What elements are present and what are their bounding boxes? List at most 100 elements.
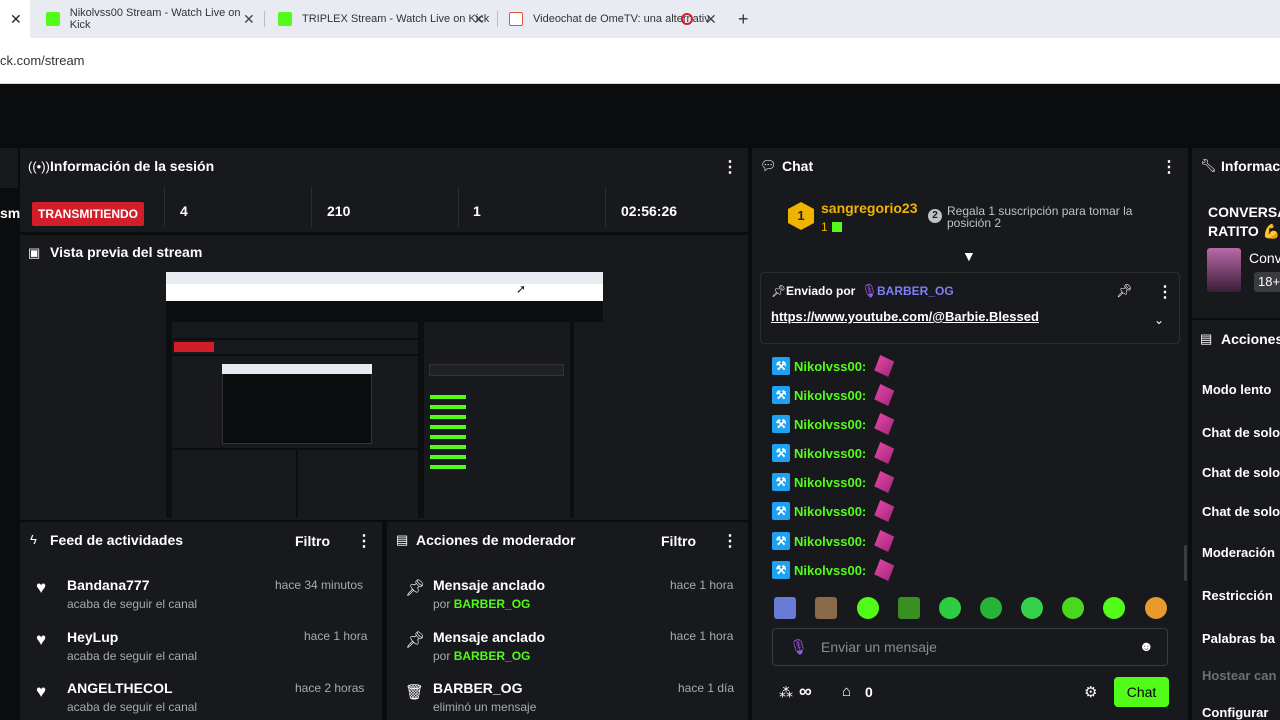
chevron-down-icon[interactable]: ⌄ (1154, 313, 1164, 327)
emote-icon[interactable] (1021, 597, 1043, 619)
new-tab-icon[interactable]: + (738, 9, 749, 30)
emote-icon[interactable] (774, 597, 796, 619)
stream-title-line: RATITO 💪 (1208, 223, 1280, 239)
follower-name[interactable]: ANGELTHECOL (67, 680, 173, 696)
filter-button[interactable]: Filtro (661, 533, 696, 549)
store-icon[interactable]: ⌂ (842, 683, 851, 700)
chat-message[interactable]: ⚒ Nikolvss00: (772, 384, 895, 406)
emote-icon[interactable] (1062, 597, 1084, 619)
close-icon[interactable]: ✕ (243, 11, 255, 28)
chat-message[interactable]: ⚒ Nikolvss00: (772, 530, 895, 552)
followers-stat: 210 (327, 203, 351, 219)
emote-icon[interactable] (939, 597, 961, 619)
chat-scrollbar[interactable] (1184, 545, 1187, 581)
browser-tab[interactable]: Nikolvss00 Stream - Watch Live on Kick ✕ (46, 0, 261, 38)
more-options-icon[interactable] (722, 531, 738, 551)
chat-bubble-icon: 💬︎ (760, 158, 777, 173)
pinned-user[interactable]: BARBER_OG (877, 284, 954, 298)
left-cut-panel (0, 148, 18, 188)
actions-icon: ▤ (1200, 331, 1213, 346)
activity-text: acaba de seguir el canal (67, 597, 198, 611)
more-options-icon[interactable] (1157, 282, 1173, 302)
more-options-icon[interactable] (722, 157, 738, 177)
address-bar[interactable]: ck.com/stream (0, 38, 1280, 84)
timestamp: hace 1 hora (670, 578, 734, 592)
gift-count: 1 (821, 220, 828, 234)
gear-icon[interactable]: ⚙ (1084, 683, 1097, 701)
chat-username[interactable]: Nikolvss00: (794, 359, 866, 374)
emoji-icon[interactable]: ☻ (1139, 638, 1154, 654)
moderator-name[interactable]: BARBER_OG (454, 597, 531, 611)
chat-username[interactable]: Nikolvss00: (794, 504, 866, 519)
chat-username[interactable]: Nikolvss00: (794, 446, 866, 461)
timestamp: hace 2 horas (295, 681, 365, 695)
chat-message[interactable]: ⚒ Nikolvss00: (772, 559, 895, 581)
collapse-icon[interactable]: ▼ (962, 248, 976, 264)
action-name: Mensaje anclado (433, 577, 546, 593)
close-icon[interactable]: ✕ (473, 11, 485, 28)
mic-icon[interactable]: 🎙︎ (789, 638, 808, 656)
mod-badge-icon: ⚒ (772, 502, 790, 520)
chat-username[interactable]: Nikolvss00: (794, 563, 866, 578)
action-emotes-only[interactable]: Chat de solo (1202, 504, 1280, 519)
panel-title: Informac (1221, 158, 1280, 174)
more-options-icon[interactable] (356, 531, 372, 551)
active-tab[interactable]: ✕ (0, 0, 30, 38)
emote-icon[interactable] (1103, 597, 1125, 619)
emote-icon (874, 471, 895, 493)
chat-message[interactable]: ⚒ Nikolvss00: (772, 500, 895, 522)
emote-icon[interactable] (898, 597, 920, 619)
browser-tab[interactable]: TRIPLEX Stream - Watch Live on Kick ✕ (278, 0, 493, 38)
chat-message[interactable]: ⚒ Nikolvss00: (772, 442, 895, 464)
timestamp: hace 1 día (678, 681, 735, 695)
pinned-link[interactable]: https://www.youtube.com/@Barbie.Blessed (771, 309, 1039, 324)
unpin-icon[interactable]: 📌︎ (1116, 283, 1133, 299)
chat-message[interactable]: ⚒ Nikolvss00: (772, 355, 895, 377)
emote-icon (874, 559, 895, 581)
close-icon[interactable]: ✕ (10, 11, 22, 28)
emote-icon (874, 500, 895, 522)
subs-stat: 1 (473, 203, 481, 219)
pin-icon: 📌︎ (771, 284, 787, 298)
cut-label: sm (0, 205, 21, 221)
action-followers-only[interactable]: Chat de solo (1202, 425, 1280, 440)
action-slow-mode[interactable]: Modo lento (1202, 382, 1271, 397)
dashboard-topbar (0, 85, 1280, 145)
filter-button[interactable]: Filtro (295, 533, 330, 549)
follower-name[interactable]: Bandana777 (67, 577, 149, 593)
chat-message[interactable]: ⚒ Nikolvss00: (772, 471, 895, 493)
chat-username[interactable]: Nikolvss00: (794, 534, 866, 549)
action-banned-words[interactable]: Palabras ba (1202, 631, 1275, 646)
action-name: BARBER_OG (433, 680, 523, 696)
moderator-name[interactable]: BARBER_OG (454, 649, 531, 663)
send-chat-button[interactable]: Chat (1114, 677, 1169, 707)
tab-title: Nikolvss00 Stream - Watch Live on Kick (69, 7, 241, 31)
action-moderation[interactable]: Moderación (1202, 545, 1275, 560)
trash-icon: 🗑︎ (405, 684, 425, 701)
chat-username[interactable]: Nikolvss00: (794, 475, 866, 490)
close-icon[interactable]: ✕ (705, 11, 717, 28)
gift-prompt: Regala 1 suscripción para tomar la posic… (947, 204, 1133, 230)
broadcast-icon: ((•)) (28, 159, 50, 174)
follower-name[interactable]: HeyLup (67, 629, 118, 645)
action-restriction[interactable]: Restricción (1202, 588, 1273, 603)
stream-preview[interactable]: ➚ (166, 272, 603, 518)
emote-icon (874, 384, 895, 406)
points-icon[interactable]: ⁂ (779, 684, 793, 701)
pin-icon: 📌︎ (405, 632, 426, 649)
emote-icon[interactable] (815, 597, 837, 619)
chat-input-placeholder: Enviar un mensaje (821, 639, 937, 655)
mod-badge-icon: ⚒ (772, 386, 790, 404)
chat-username[interactable]: Nikolvss00: (794, 417, 866, 432)
more-options-icon[interactable] (1161, 157, 1177, 177)
emote-icon[interactable] (980, 597, 1002, 619)
chat-username[interactable]: Nikolvss00: (794, 388, 866, 403)
panel-title: Acciones de moderador (416, 532, 576, 548)
browser-tab[interactable]: Videochat de OmeTV: una alternativ ✕ (509, 0, 724, 38)
chat-message[interactable]: ⚒ Nikolvss00: (772, 413, 895, 435)
emote-icon[interactable] (857, 597, 879, 619)
action-subs-only[interactable]: Chat de solo (1202, 465, 1280, 480)
action-configure[interactable]: Configurar (1202, 705, 1268, 720)
emote-icon[interactable] (1145, 597, 1167, 619)
activity-text: acaba de seguir el canal (67, 700, 198, 714)
